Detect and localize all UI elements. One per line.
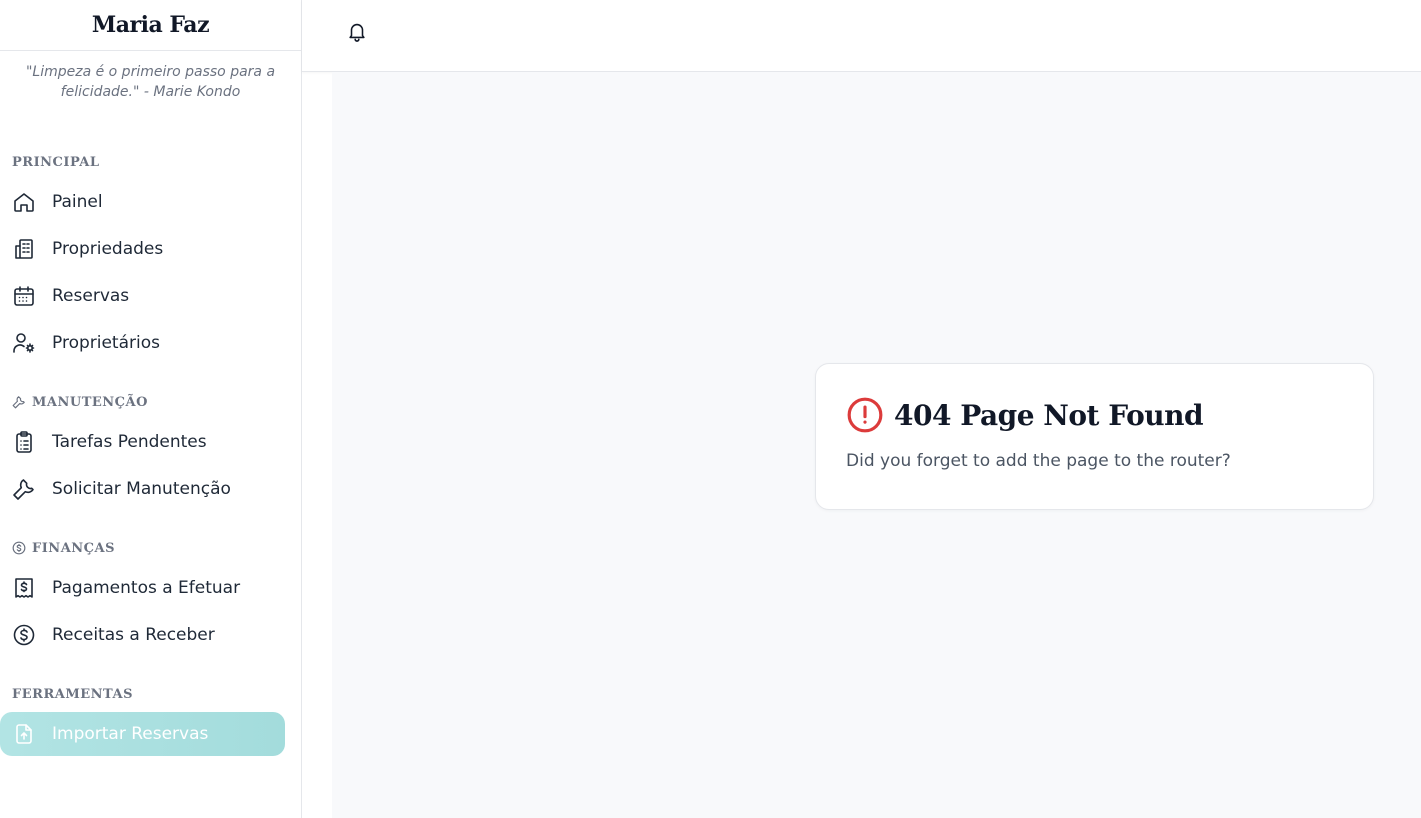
- error-card: 404 Page Not Found Did you forget to add…: [815, 363, 1374, 510]
- sidebar-item-label: Receitas a Receber: [52, 625, 215, 645]
- sidebar-item-receitas[interactable]: Receitas a Receber: [0, 613, 285, 657]
- dollar-circle-icon: [12, 541, 26, 555]
- bell-icon[interactable]: [346, 20, 368, 42]
- error-card-header: 404 Page Not Found: [846, 396, 1343, 434]
- sidebar-item-label: Solicitar Manutenção: [52, 479, 231, 499]
- error-title: 404 Page Not Found: [894, 398, 1204, 432]
- sidebar-item-label: Pagamentos a Efetuar: [52, 578, 241, 598]
- sidebar-item-pagamentos[interactable]: Pagamentos a Efetuar: [0, 566, 285, 610]
- calendar-icon: [12, 284, 36, 308]
- sidebar-item-propriedades[interactable]: Propriedades: [0, 227, 285, 271]
- dollar-circle-icon: [12, 623, 36, 647]
- sidebar-item-label: Propriedades: [52, 239, 164, 259]
- file-upload-icon: [12, 722, 36, 746]
- building-icon: [12, 237, 36, 261]
- sidebar-item-label: Painel: [52, 192, 103, 212]
- topbar: [302, 0, 1421, 72]
- section-label: MANUTENÇÃO: [32, 394, 148, 410]
- error-message: Did you forget to add the page to the ro…: [846, 451, 1231, 471]
- wrench-icon: [12, 477, 36, 501]
- section-title-ferramentas: FERRAMENTAS: [0, 683, 301, 705]
- section-title-financas: FINANÇAS: [0, 537, 301, 559]
- section-label: PRINCIPAL: [12, 154, 100, 170]
- sidebar-item-importar-reservas[interactable]: Importar Reservas: [0, 712, 285, 756]
- receipt-icon: [12, 576, 36, 600]
- sidebar-item-label: Proprietários: [52, 333, 160, 353]
- sidebar-item-label: Reservas: [52, 286, 130, 306]
- sidebar: Maria Faz "Limpeza é o primeiro passo pa…: [0, 0, 302, 818]
- section-label: FINANÇAS: [32, 540, 115, 556]
- sidebar-item-proprietarios[interactable]: Proprietários: [0, 321, 285, 365]
- clipboard-icon: [12, 430, 36, 454]
- sidebar-item-label: Tarefas Pendentes: [52, 432, 207, 452]
- wrench-icon: [12, 395, 26, 409]
- alert-circle-icon: [846, 396, 884, 434]
- brand-logo[interactable]: Maria Faz: [0, 0, 301, 51]
- sidebar-item-label: Importar Reservas: [52, 724, 209, 744]
- sidebar-item-solicitar-manutencao[interactable]: Solicitar Manutenção: [0, 467, 285, 511]
- sidebar-item-reservas[interactable]: Reservas: [0, 274, 285, 318]
- user-gear-icon: [12, 331, 36, 355]
- section-title-manutencao: MANUTENÇÃO: [0, 391, 301, 413]
- section-label: FERRAMENTAS: [12, 686, 133, 702]
- sidebar-item-painel[interactable]: Painel: [0, 180, 285, 224]
- main-content: 404 Page Not Found Did you forget to add…: [332, 72, 1421, 818]
- home-icon: [12, 190, 36, 214]
- sidebar-quote: "Limpeza é o primeiro passo para a felic…: [25, 64, 276, 100]
- section-title-principal: PRINCIPAL: [0, 151, 301, 173]
- sidebar-item-tarefas-pendentes[interactable]: Tarefas Pendentes: [0, 420, 285, 464]
